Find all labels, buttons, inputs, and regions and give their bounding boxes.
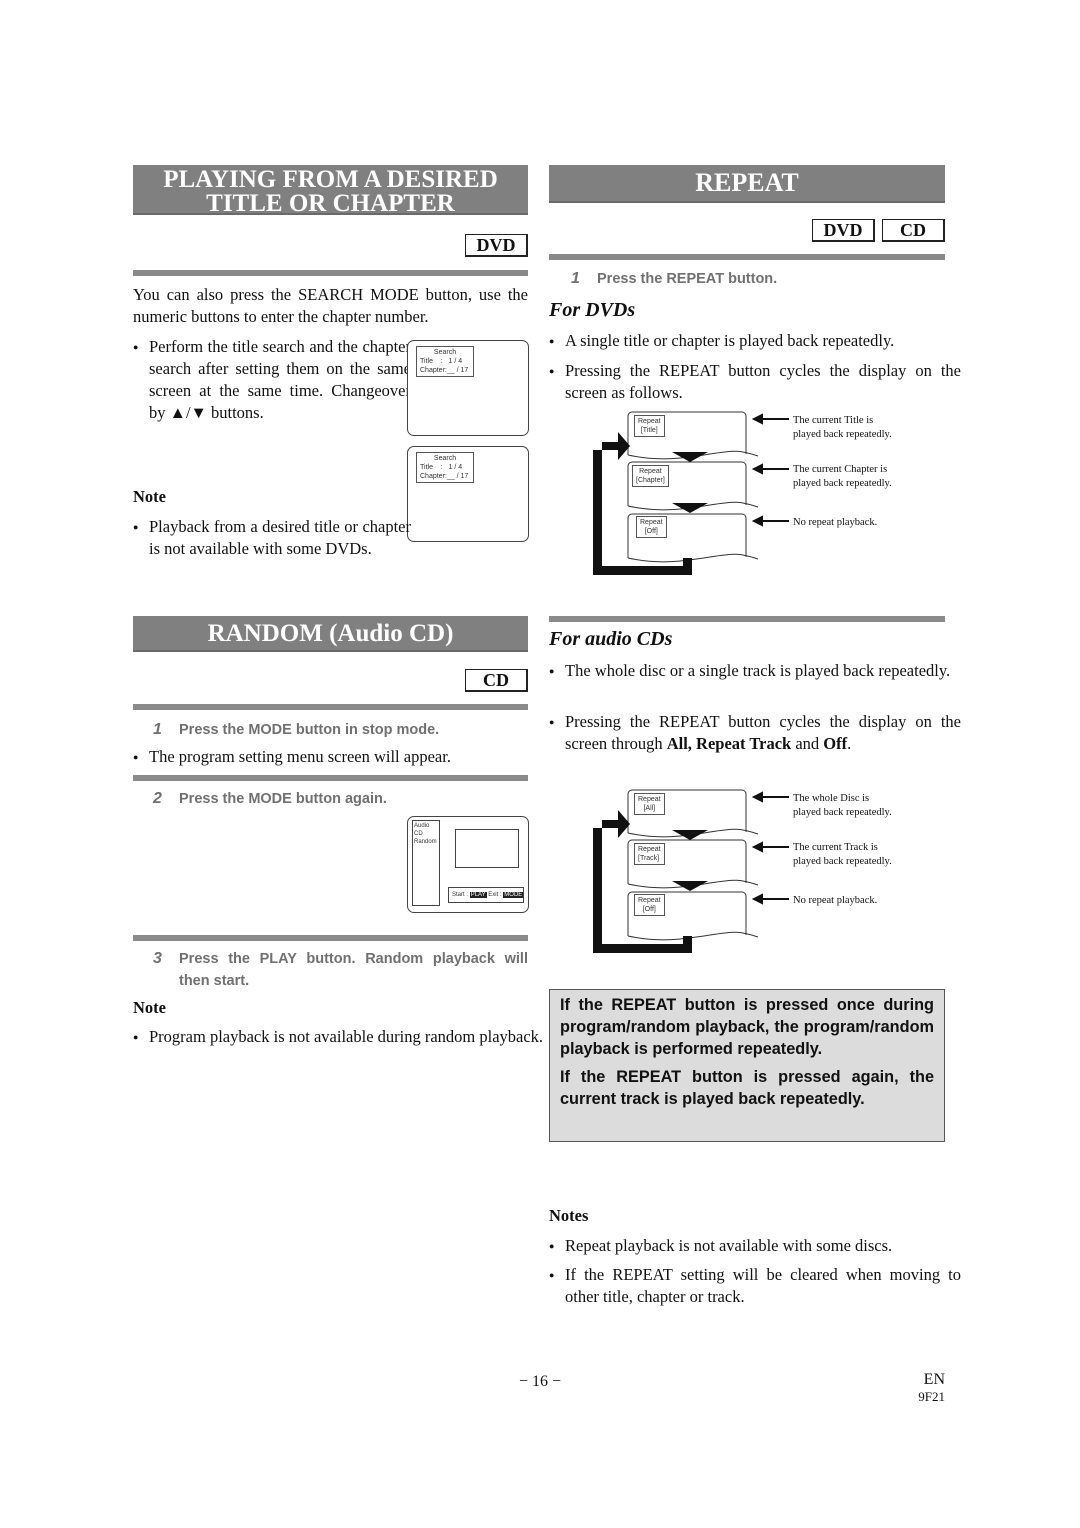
section-heading-repeat: REPEAT [549, 165, 945, 203]
divider [133, 935, 528, 941]
desc-title: The current Title is played back repeated… [793, 415, 892, 440]
osd-repeat-chapter: Repeat [Chapter] [632, 465, 669, 487]
cd-bullet-1: The whole disc or a single track is play… [549, 660, 961, 682]
divider [549, 616, 945, 622]
for-audio-cds-heading: For audio CDs [549, 628, 673, 650]
play-key: PLAY [469, 892, 487, 898]
dvd-repeat-cycle-diagram: Repeat [Title] Repeat [Chapter] Repeat [Off… [590, 410, 910, 580]
step-number: 2 [153, 790, 162, 807]
random-step-2: 2 Press the MODE button again. [153, 788, 528, 810]
desc-off: No repeat playback. [793, 517, 878, 528]
callout-paragraph-2: If the REPEAT button is pressed again, t… [560, 1068, 934, 1108]
exit-label: Exit : [488, 892, 502, 898]
step-number: 3 [153, 950, 162, 967]
language-code: EN [923, 1371, 945, 1388]
random-step-3: 3 Press the PLAY button. Random playback … [153, 948, 528, 992]
osd-repeat-all: Repeat [All] [634, 793, 665, 815]
down-arrow-icon [672, 452, 708, 462]
step-number: 1 [571, 270, 580, 287]
dvd-bullet-1: A single title or chapter is played back… [549, 330, 961, 352]
note-heading: Note [133, 998, 166, 1017]
desc-chapter: The current Chapter is played back repeat… [793, 464, 892, 489]
search-osd: Search Title : 1 / 4 Chapter:__ / 17 [416, 346, 474, 377]
osd-title-line: Title : 1 / 4 [420, 464, 463, 471]
callout-paragraph-1: If the REPEAT button is pressed once dur… [560, 996, 934, 1058]
step-number: 1 [153, 721, 162, 738]
dvd-tag: DVD [465, 234, 528, 257]
divider [133, 704, 528, 710]
heading-line-2: TITLE OR CHAPTER [206, 190, 455, 217]
note-bullet-1: Repeat playback is not available with so… [549, 1235, 961, 1257]
step-text: Press the REPEAT button. [597, 271, 778, 287]
repeat-step-1: 1 Press the REPEAT button. [571, 268, 941, 290]
dvd-bullet-2: Pressing the REPEAT button cycles the di… [549, 360, 961, 404]
section-heading-title-chapter: PLAYING FROM A DESIRED TITLE OR CHAPTER [133, 165, 528, 217]
osd-repeat-off: Repeat [Off] [634, 894, 665, 916]
desc-all: The whole Disc is played back repeatedly. [793, 793, 892, 818]
step-text: Press the PLAY button. Random playback w… [179, 951, 528, 989]
desc-off: No repeat playback. [793, 895, 878, 906]
osd-repeat-off: Repeat [Off] [636, 516, 667, 538]
cd-bullet-2: Pressing the REPEAT button cycles the di… [549, 711, 961, 755]
page-number: − 16 − [518, 1373, 562, 1390]
for-dvds-heading: For DVDs [549, 299, 636, 321]
cd-tag: CD [465, 669, 528, 692]
divider [549, 254, 945, 260]
random-key-bar: Start : PLAY Exit : MODE [448, 887, 524, 903]
note-heading: Note [133, 487, 166, 506]
cd-repeat-cycle-diagram: Repeat [All] Repeat [Track] Repeat [Off] Th… [590, 788, 910, 958]
intro-paragraph: You can also press the SEARCH MODE butto… [133, 285, 528, 326]
random-note-bullet: Program playback is not available during… [133, 1026, 544, 1048]
search-bullet: Perform the title search and the chapter… [133, 336, 411, 424]
random-step-1-bullet: The program setting menu screen will app… [133, 746, 544, 768]
random-step-1: 1 Press the MODE button in stop mode. [153, 719, 528, 741]
program-random-repeat-callout: If the REPEAT button is pressed once dur… [549, 989, 945, 1142]
section-heading-random: RANDOM (Audio CD) [133, 616, 528, 652]
wavy-edge [627, 553, 759, 563]
osd-chapter-line: Chapter:__ / 17 [420, 367, 469, 374]
osd-audio-cd: Audio CD [414, 823, 430, 837]
osd-label: Search [433, 349, 457, 356]
heading-line-1: PLAYING FROM A DESIRED [163, 166, 498, 193]
osd-repeat-title: Repeat [Title] [634, 415, 665, 437]
osd-label: Search [433, 455, 457, 462]
mode-key: MODE [503, 892, 524, 898]
step-text: Press the MODE button in stop mode. [179, 722, 440, 738]
osd-chapter-line: Chapter:__ / 17 [420, 473, 469, 480]
osd-repeat-track: Repeat [Track] [634, 843, 665, 865]
note-bullet: Playback from a desired title or chapter… [133, 516, 411, 560]
divider [133, 775, 528, 781]
osd-title-line: Title : 1 / 4 [420, 358, 463, 365]
cd-tag: CD [882, 219, 945, 242]
down-arrow-icon [672, 503, 708, 513]
divider [133, 270, 528, 276]
start-label: Start : [452, 892, 469, 898]
down-arrow-icon [672, 881, 708, 891]
step-text: Press the MODE button again. [179, 791, 387, 807]
tv-screen-random: Audio CD Random Start : PLAY Exit : MODE [407, 816, 529, 913]
dvd-tag: DVD [812, 219, 875, 242]
desc-track: The current Track is played back repeated… [793, 842, 892, 867]
tv-screen-search-1: Search Title : 1 / 4 Chapter:__ / 17 [407, 340, 529, 436]
random-menu-panel: Audio CD Random [412, 820, 440, 906]
down-arrow-icon [672, 830, 708, 840]
search-osd: Search Title : 1 / 4 Chapter:__ / 17 [416, 452, 474, 483]
osd-random: Random [414, 839, 437, 845]
tv-screen-search-2: Search Title : 1 / 4 Chapter:__ / 17 [407, 446, 529, 542]
note-bullet-2: If the REPEAT setting will be cleared wh… [549, 1264, 961, 1308]
model-code: 9F21 [918, 1389, 945, 1404]
notes-heading: Notes [549, 1206, 589, 1225]
display-window [455, 829, 519, 868]
